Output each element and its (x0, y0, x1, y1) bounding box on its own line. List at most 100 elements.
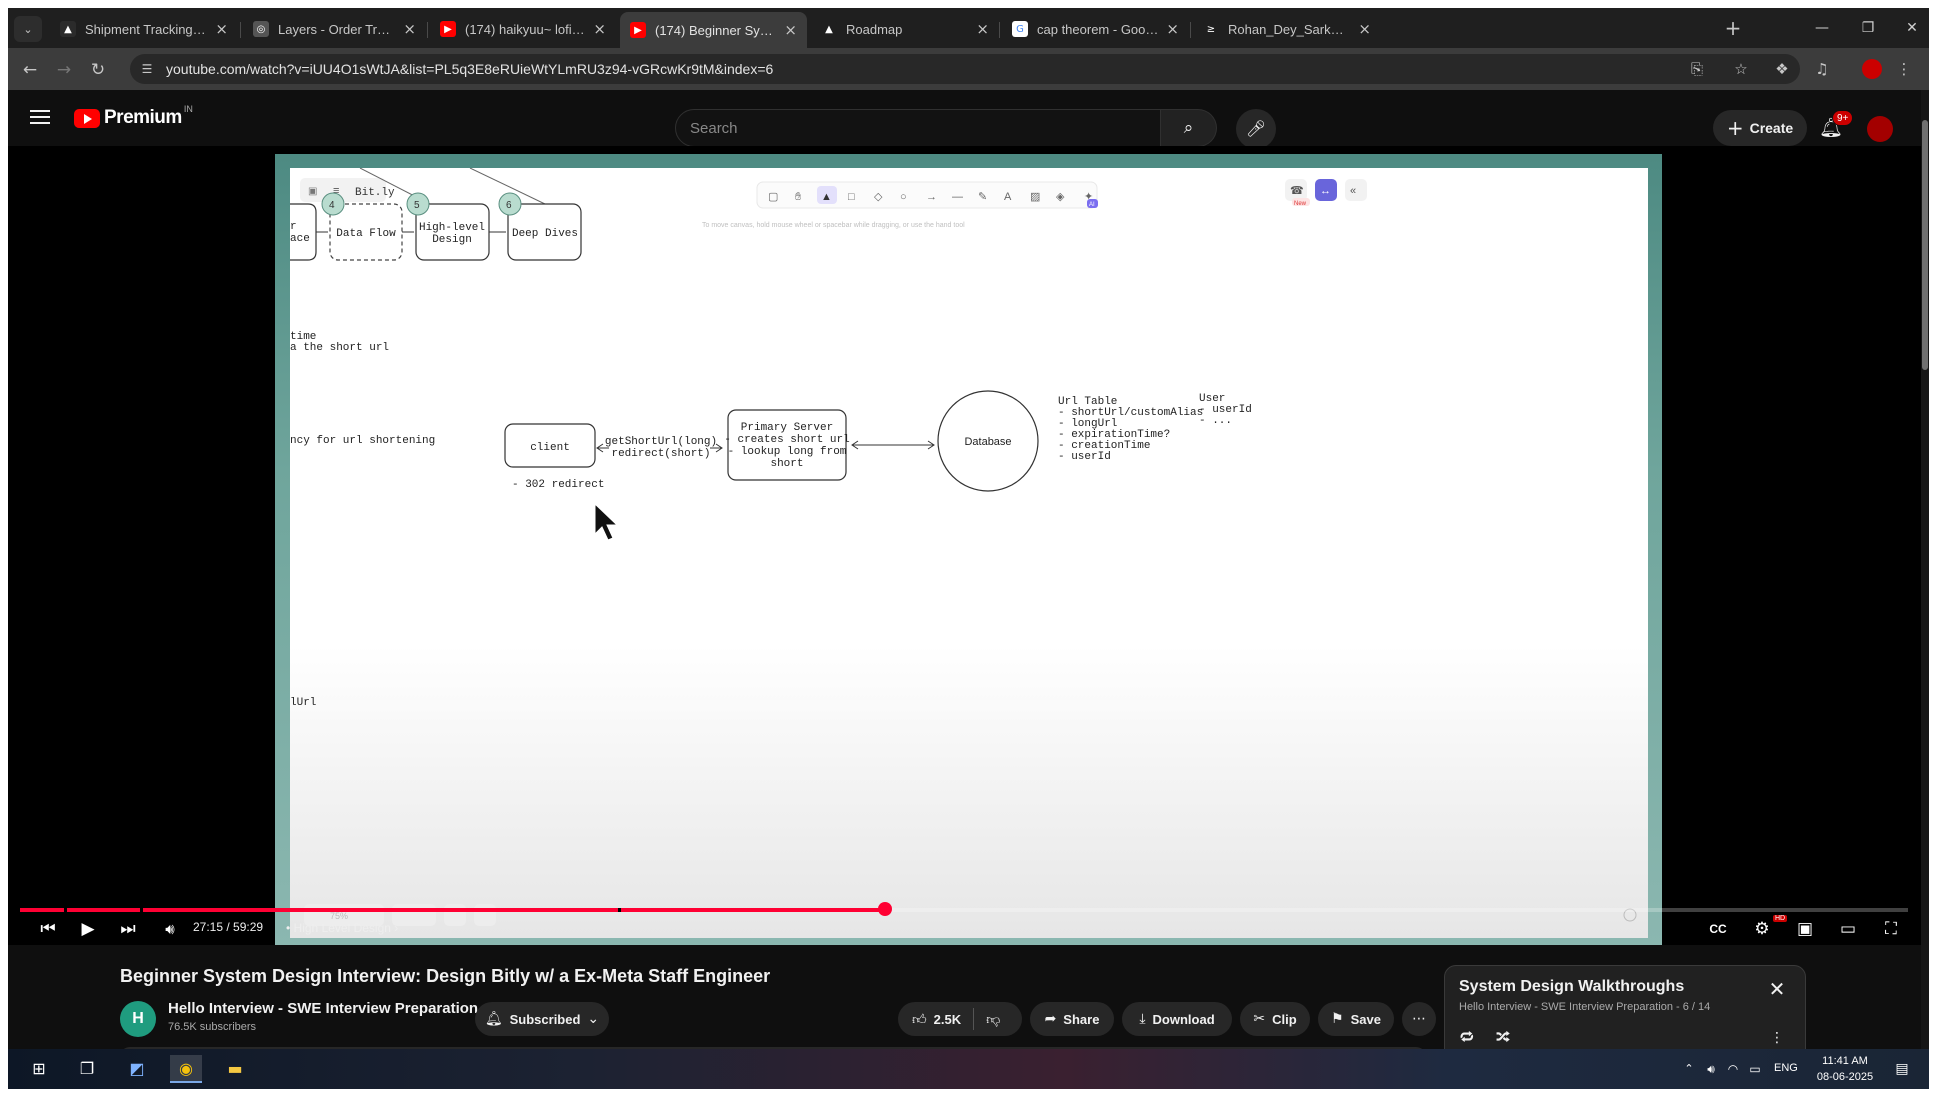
profile-avatar[interactable] (1862, 59, 1882, 79)
roadmap-icon: ▲ (821, 21, 837, 37)
browser-tab[interactable]: ▲ Roadmap × (811, 14, 999, 44)
miniplayer-icon[interactable]: ▣ (1789, 917, 1821, 941)
channel-avatar[interactable]: H (120, 1001, 156, 1037)
database-label: Database (964, 436, 1011, 448)
bookmark-star-icon[interactable]: ☆ (1729, 57, 1753, 81)
new-badge-text: New (1294, 201, 1307, 207)
browser-tab[interactable]: Gcap theorem - Google Search × (1002, 14, 1189, 44)
browser-tab[interactable]: ▶ (174) haikyuu~ lofi hip hop mix × (430, 14, 616, 44)
channel-name[interactable]: Hello Interview - SWE Interview Preparat… (168, 1000, 478, 1017)
whiteboard-canvas: ▣ ≡ Bit.ly r ace 4 Data Flow 5 High-leve… (290, 168, 1648, 938)
browser-tab[interactable]: ◎ Layers - Order Tracking - By Sh × (243, 14, 426, 44)
tab-search-dropdown[interactable]: ⌄ (14, 16, 42, 42)
eraser-tool-icon: ◈ (1056, 191, 1065, 203)
more-actions-button[interactable]: ⋯ (1402, 1002, 1436, 1036)
canvas-menu-icon: ▣ (308, 186, 317, 197)
restore-icon[interactable]: ❐ (1845, 16, 1891, 40)
install-app-icon[interactable]: ⎘ (1685, 57, 1709, 81)
dislike-icon[interactable]: 👎︎ (986, 1011, 1000, 1028)
new-tab-button[interactable]: + (1720, 17, 1746, 41)
notes-app-icon[interactable]: ◩ (121, 1055, 153, 1083)
theater-mode-icon[interactable]: ▭ (1832, 917, 1864, 941)
captions-icon[interactable]: CC (1702, 917, 1734, 941)
playlist-more-icon[interactable]: ⋮ (1765, 1028, 1789, 1048)
playlist-title[interactable]: System Design Walkthroughs (1459, 978, 1684, 996)
share-label: Share (1063, 1011, 1100, 1027)
browser-tab[interactable]: ▶ (174) Beginner System Desi × (620, 12, 807, 48)
close-tab-icon[interactable]: × (215, 20, 228, 38)
browser-tab[interactable]: ≥ Rohan_Dey_Sarkar - LeetCode × (1193, 14, 1381, 44)
scrollbar-thumb[interactable] (1922, 120, 1928, 370)
page-scrollbar[interactable] (1921, 90, 1929, 1089)
save-button[interactable]: ⚑ Save (1318, 1002, 1394, 1036)
video-player[interactable]: ▣ ≡ Bit.ly r ace 4 Data Flow 5 High-leve… (8, 146, 1921, 945)
account-avatar[interactable] (1867, 116, 1893, 142)
close-tab-icon[interactable]: × (1358, 20, 1371, 38)
show-hidden-icons-icon[interactable]: ⌃ (1679, 1055, 1699, 1083)
minimize-icon[interactable]: — (1799, 16, 1845, 40)
guide-menu-icon[interactable] (28, 106, 52, 130)
chapter-title[interactable]: • High Level Design › (286, 921, 398, 935)
address-bar[interactable]: ☰ youtube.com/watch?v=iUU4O1sWtJA&list=P… (130, 54, 1800, 84)
clock[interactable]: 11:41 AM 08-06-2025 (1813, 1053, 1877, 1085)
forward-button[interactable]: → (51, 57, 77, 83)
create-button[interactable]: + Create (1713, 110, 1807, 146)
subscribed-button[interactable]: 🔔︎ Subscribed ⌄ (475, 1002, 609, 1036)
share-button[interactable]: ➦ Share (1030, 1002, 1114, 1036)
windows-start-icon[interactable]: ⊞ (23, 1055, 55, 1083)
like-count[interactable]: 2.5K (934, 1012, 961, 1027)
user-table-line-3: - ... (1199, 415, 1232, 427)
browser-toolbar: ← → ↻ ☰ youtube.com/watch?v=iUU4O1sWtJA&… (8, 48, 1929, 90)
close-tab-icon[interactable]: × (784, 21, 797, 39)
chrome-menu-icon[interactable]: ⋮ (1892, 57, 1916, 81)
language-indicator[interactable]: ENG (1774, 1062, 1798, 1074)
tab-separator (999, 22, 1000, 38)
hd-badge: HD (1773, 915, 1788, 922)
reload-button[interactable]: ↻ (85, 57, 111, 83)
task-view-icon[interactable]: ❐ (71, 1055, 103, 1083)
notification-center-icon[interactable]: ▤ (1888, 1055, 1916, 1083)
browser-tab[interactable]: ▲ Shipment Tracking | eShipz - M × (50, 14, 238, 44)
progress-scrubber[interactable] (877, 902, 892, 916)
file-explorer-icon[interactable]: ▬ (219, 1055, 251, 1083)
play-icon[interactable]: ▶︎ (74, 917, 102, 941)
close-window-icon[interactable]: ✕ (1889, 16, 1929, 40)
youtube-logo[interactable]: Premium IN (74, 104, 193, 129)
battery-icon[interactable]: ▭ (1745, 1055, 1765, 1083)
previous-video-icon[interactable]: ⏮︎ (34, 917, 62, 941)
close-playlist-icon[interactable]: ✕ (1763, 975, 1791, 1003)
download-button[interactable]: ⤓ Download (1122, 1002, 1232, 1036)
chapter-marker (140, 908, 143, 912)
close-tab-icon[interactable]: × (976, 20, 989, 38)
like-dislike-group: 👍︎ 2.5K 👎︎ (898, 1002, 1022, 1036)
back-button[interactable]: ← (17, 57, 43, 83)
chrome-app-icon[interactable]: ◉ (170, 1055, 202, 1083)
progress-bar[interactable] (20, 902, 1908, 916)
search-button[interactable]: ⌕ (1161, 109, 1217, 147)
clip-button[interactable]: ✂︎ Clip (1240, 1002, 1310, 1036)
extensions-icon[interactable]: ❖ (1770, 57, 1794, 81)
tab-separator (427, 22, 428, 38)
close-tab-icon[interactable]: × (403, 20, 416, 38)
like-icon[interactable]: 👍︎ (912, 1011, 927, 1028)
wifi-icon[interactable]: ◠ (1723, 1055, 1743, 1083)
server-line-4: short (770, 458, 803, 470)
close-tab-icon[interactable]: × (593, 20, 606, 38)
chapter-name: High Level Design (293, 921, 391, 935)
speaker-icon[interactable]: 🔊︎ (1701, 1055, 1721, 1083)
client-note: - 302 redirect (512, 479, 604, 491)
leetcode-icon: ≥ (1203, 21, 1219, 37)
site-info-icon[interactable]: ☰ (138, 60, 156, 78)
voice-search-button[interactable]: 🎤︎ (1236, 109, 1276, 149)
clock-time: 11:41 AM (1822, 1055, 1868, 1067)
phone-icon: ☎︎ (1290, 185, 1304, 197)
volume-icon[interactable]: 🔊︎ (156, 917, 184, 941)
media-control-icon[interactable]: ♫ (1810, 57, 1834, 81)
fullscreen-icon[interactable]: ⛶ (1875, 917, 1907, 941)
close-tab-icon[interactable]: × (1166, 20, 1179, 38)
search-input[interactable] (690, 118, 1130, 138)
clip-label: Clip (1272, 1011, 1297, 1027)
shuffle-icon[interactable]: 🔀︎ (1491, 1028, 1515, 1048)
next-video-icon[interactable]: ⏭︎ (114, 917, 142, 941)
loop-playlist-icon[interactable]: 🔁︎ (1455, 1028, 1479, 1048)
